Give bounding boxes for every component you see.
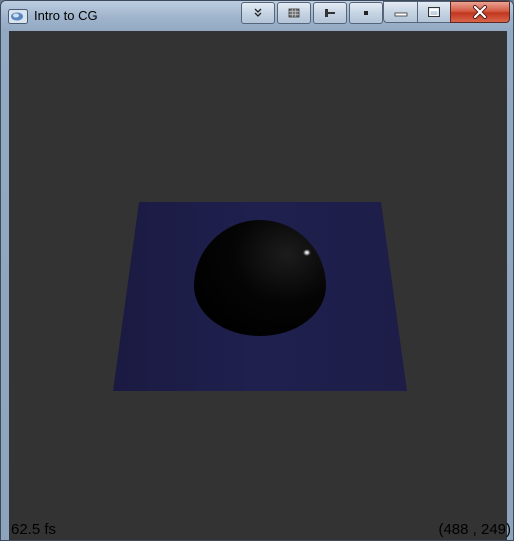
collapse-button[interactable]	[241, 2, 275, 24]
scene-canvas[interactable]	[9, 31, 507, 541]
app-window: Intro to CG 62.5 fs (488 , 249)	[0, 0, 514, 541]
maximize-icon	[428, 7, 440, 17]
window-title: Intro to CG	[34, 8, 98, 23]
cursor-coordinates: (488 , 249)	[438, 521, 511, 538]
maximize-button[interactable]	[417, 1, 450, 23]
pin-button[interactable]	[313, 2, 347, 24]
close-icon	[473, 5, 487, 19]
minimize-button[interactable]	[383, 1, 417, 23]
grid-button[interactable]	[277, 2, 311, 24]
render-viewport[interactable]: 62.5 fs (488 , 249)	[9, 31, 511, 541]
dot-icon	[364, 11, 368, 15]
pin-icon	[325, 9, 335, 17]
minimize-icon	[394, 12, 407, 17]
title-bar[interactable]: Intro to CG	[1, 1, 513, 31]
fps-readout: 62.5 fs	[11, 521, 57, 538]
close-button[interactable]	[450, 1, 510, 23]
app-icon[interactable]	[8, 9, 28, 24]
dot-button[interactable]	[349, 2, 383, 24]
collapse-icon	[254, 8, 262, 17]
caption-buttons	[383, 1, 510, 23]
grid-icon	[288, 8, 300, 18]
